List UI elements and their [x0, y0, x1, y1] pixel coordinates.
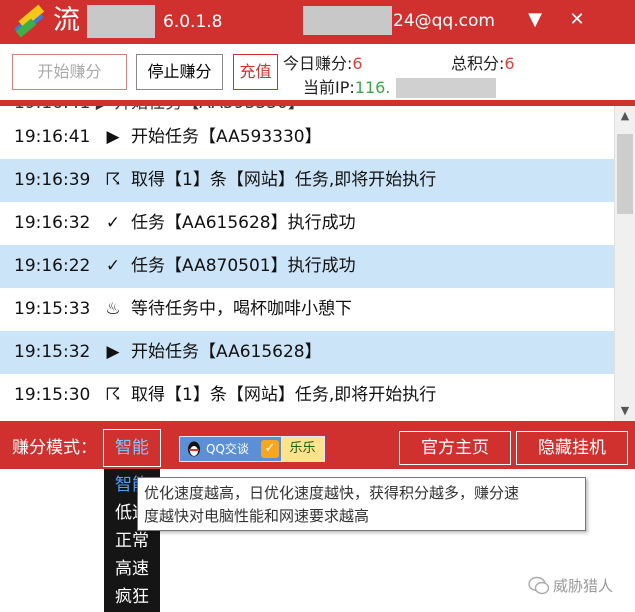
today-points-value: 6	[352, 54, 363, 73]
mode-tooltip: 优化速度越高，日优化速度越快，获得积分越多，赚分速 度越快对电脑性能和网速要求越…	[137, 477, 586, 531]
log-time: 19:15:33	[14, 299, 91, 319]
recharge-button[interactable]: 充值	[233, 54, 278, 90]
log-text: 取得【1】条【网站】任务,即将开始执行	[131, 385, 437, 405]
scroll-up-arrow-icon[interactable]: ▲	[615, 106, 635, 126]
today-points: 今日赚分:6	[283, 54, 363, 74]
watermark: 威胁猎人	[528, 574, 635, 598]
qq-chat-label: QQ交谈	[206, 442, 249, 456]
qq-chat-button[interactable]: QQ交谈 ✓ 乐乐	[179, 436, 325, 462]
log-scrollbar[interactable]: ▲ ▼	[614, 106, 635, 421]
tooltip-line-1: 优化速度越高，日优化速度越快，获得积分越多，赚分速	[144, 484, 520, 502]
log-text: 任务【AA870501】执行成功	[131, 256, 356, 276]
log-row: 19:16:41 ▶ 开始任务【AA593330】	[0, 116, 614, 159]
qq-check-icon: ✓	[261, 440, 279, 458]
log-row: 19:16:39 ☈ 取得【1】条【网站】任务,即将开始执行	[0, 159, 614, 202]
log-text: 开始任务【AA615628】	[131, 342, 322, 362]
log-row: 19:15:33 ♨ 等待任务中，喝杯咖啡小憩下	[0, 288, 614, 331]
check-icon: ✓	[105, 256, 121, 276]
app-name: 流	[53, 5, 80, 36]
qq-penguin-icon	[188, 441, 200, 457]
log-time: 19:16:32	[14, 213, 91, 233]
log-row: 19:15:30 ☈ 取得【1】条【网站】任务,即将开始执行	[0, 374, 614, 417]
total-points: 总积分:6	[451, 54, 515, 74]
close-button[interactable]: ✕	[562, 5, 592, 35]
earning-mode-select[interactable]: 智能	[103, 429, 161, 467]
today-points-label: 今日赚分:	[283, 54, 353, 73]
log-row: 19:15:32 ▶ 开始任务【AA615628】	[0, 331, 614, 374]
scroll-thumb[interactable]	[617, 134, 633, 214]
log-row-partial: 19:16:41 ▶ 开始任务【AA593330】	[14, 100, 305, 113]
official-homepage-button[interactable]: 官方主页	[399, 431, 511, 465]
tooltip-line-2: 度越快对电脑性能和网速要求越高	[144, 507, 370, 525]
watermark-text: 威胁猎人	[553, 577, 614, 595]
hide-to-background-button[interactable]: 隐藏挂机	[516, 431, 628, 465]
redacted-ip	[396, 78, 496, 98]
redacted-app-name	[87, 5, 155, 38]
coffee-icon: ♨	[105, 299, 121, 319]
earning-mode-label: 赚分模式：	[12, 438, 97, 458]
task-log: 19:16:41 ▶ 开始任务【AA593330】 19:16:41 ▶ 开始任…	[0, 100, 635, 425]
log-row: 19:16:22 ✓ 任务【AA870501】执行成功	[0, 245, 614, 288]
scroll-down-arrow-icon[interactable]: ▼	[615, 401, 635, 421]
wechat-icon	[528, 576, 550, 595]
mode-option-high[interactable]: 高速	[104, 555, 160, 583]
flag-icon: ☈	[105, 170, 121, 190]
log-row: 19:16:32 ✓ 任务【AA615628】执行成功	[0, 202, 614, 245]
flag-icon: ☈	[105, 385, 121, 405]
redacted-account	[303, 6, 392, 35]
log-text: 取得【1】条【网站】任务,即将开始执行	[131, 170, 437, 190]
log-text: 开始任务【AA593330】	[131, 127, 322, 147]
play-icon: ▶	[106, 127, 120, 147]
title-bar: 流 6.0.1.8 24@qq.com ▼ ✕	[0, 0, 635, 44]
start-earning-button[interactable]: 开始赚分	[12, 54, 127, 90]
play-icon: ▶	[106, 342, 120, 362]
log-time: 19:15:30	[14, 385, 91, 405]
current-ip: 当前IP:116.	[303, 78, 390, 98]
stop-earning-button[interactable]: 停止赚分	[136, 54, 223, 90]
mode-option-crazy[interactable]: 疯狂	[104, 583, 160, 611]
app-logo-icon	[14, 4, 45, 38]
mode-option-normal[interactable]: 正常	[104, 527, 160, 555]
log-time: 19:16:22	[14, 256, 91, 276]
bottom-bar: 赚分模式： 智能 QQ交谈 ✓ 乐乐 官方主页 隐藏挂机	[0, 425, 635, 469]
log-time: 19:16:39	[14, 170, 91, 190]
menu-dropdown-button[interactable]: ▼	[520, 5, 550, 35]
log-text: 任务【AA615628】执行成功	[131, 213, 356, 233]
version-label: 6.0.1.8	[163, 12, 223, 32]
toolbar: 开始赚分 停止赚分 充值 今日赚分:6 总积分:6 当前IP:116.	[0, 44, 635, 100]
log-time: 19:16:41	[14, 127, 91, 147]
check-icon: ✓	[105, 213, 121, 233]
current-ip-label: 当前IP:	[303, 78, 355, 97]
total-points-label: 总积分:	[451, 54, 505, 73]
current-ip-value: 116.	[354, 78, 391, 97]
account-label: 24@qq.com	[393, 11, 495, 31]
total-points-value: 6	[504, 54, 515, 73]
log-time: 19:15:32	[14, 342, 91, 362]
log-text: 等待任务中，喝杯咖啡小憩下	[131, 299, 352, 319]
qq-name-label: 乐乐	[281, 437, 324, 461]
